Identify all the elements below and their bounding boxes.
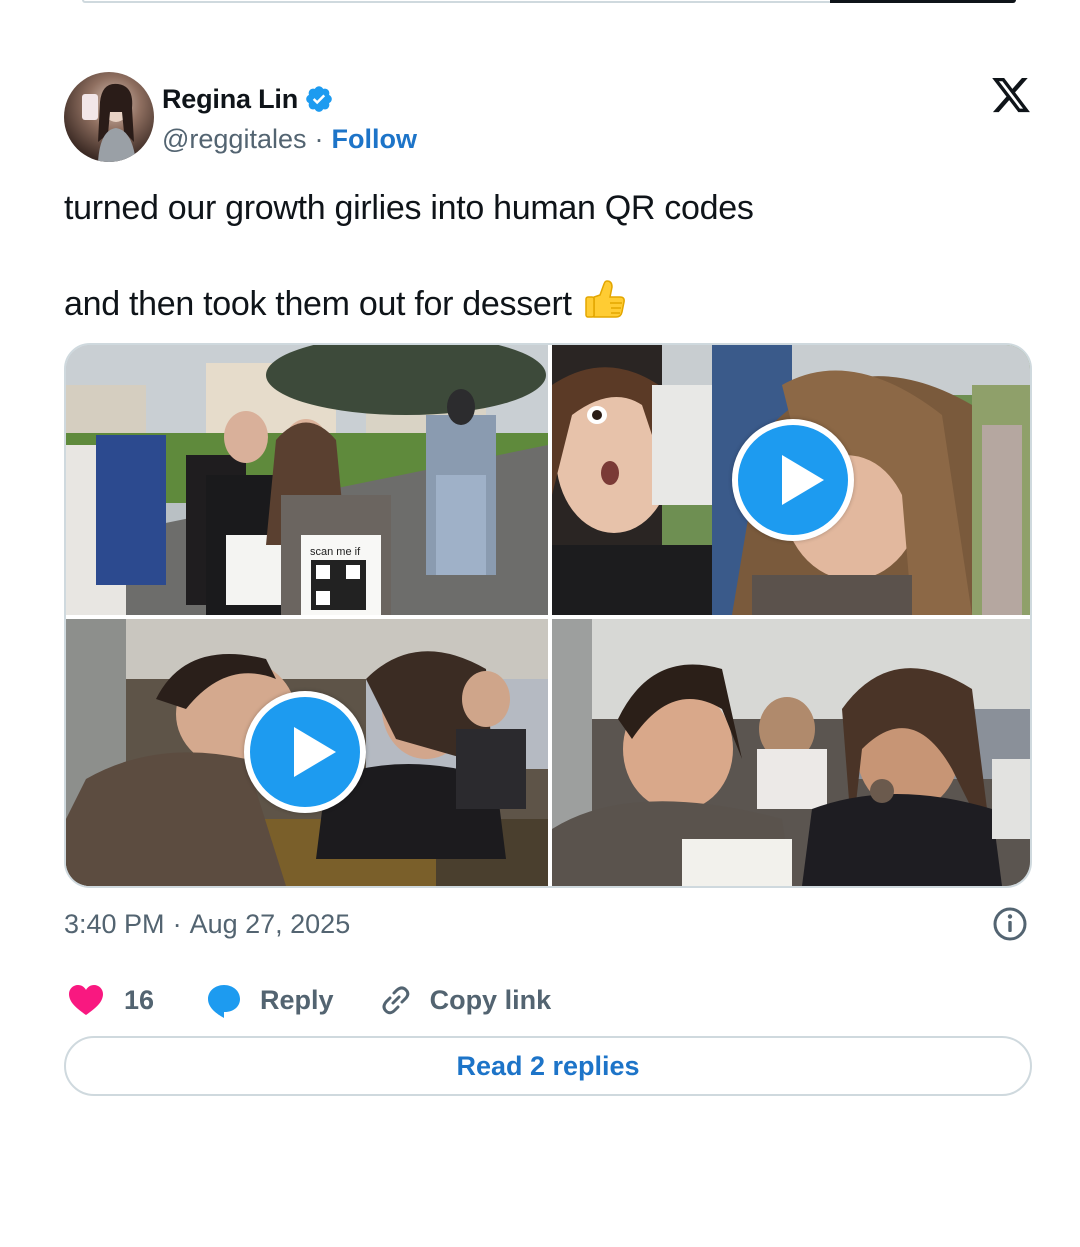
play-button[interactable]	[732, 419, 854, 541]
previous-embed-edge	[82, 0, 1016, 3]
follow-button[interactable]: Follow	[331, 124, 416, 155]
media-video-1[interactable]	[552, 345, 1030, 615]
avatar[interactable]	[64, 72, 154, 162]
verified-badge-icon	[306, 86, 332, 112]
like-count: 16	[124, 984, 155, 1015]
media-photo-2[interactable]	[552, 619, 1030, 886]
link-icon	[382, 986, 409, 1015]
media-video-2[interactable]	[66, 619, 548, 886]
read-replies-button[interactable]: Read 2 replies	[64, 1036, 1032, 1096]
tweet-date[interactable]: Aug 27, 2025	[190, 909, 351, 940]
play-button[interactable]	[244, 691, 366, 813]
author-name[interactable]: Regina Lin	[162, 84, 298, 115]
tweet-text: turned our growth girlies into human QR …	[64, 186, 1024, 327]
tweet-line-2: and then took them out for dessert	[64, 275, 1024, 327]
author-handle[interactable]: @reggitales	[162, 124, 306, 155]
copy-link-label: Copy link	[429, 984, 552, 1015]
tweet-header: Regina Lin @reggitales · Follow	[64, 72, 1032, 164]
x-logo-icon[interactable]	[990, 74, 1032, 116]
media-photo-1[interactable]: scan me if	[66, 345, 548, 615]
copy-link-button[interactable]: Copy link	[376, 980, 552, 1020]
reply-bubble-icon	[208, 985, 241, 1018]
info-icon[interactable]	[992, 906, 1028, 942]
tweet-timestamp[interactable]: 3:40 PM · Aug 27, 2025	[64, 906, 350, 942]
tweet-time[interactable]: 3:40 PM	[64, 909, 165, 940]
tweet-line-1: turned our growth girlies into human QR …	[64, 189, 754, 227]
like-button[interactable]: 16	[66, 980, 154, 1020]
heart-icon	[69, 985, 103, 1015]
thumbs-up-icon	[584, 280, 625, 318]
media-grid: scan me if	[64, 343, 1032, 888]
svg-text:scan me if: scan me if	[310, 546, 361, 558]
tweet-actions: 16 Reply Copy link	[66, 978, 551, 1022]
handle-separator: ·	[314, 123, 324, 154]
timestamp-separator: ·	[172, 908, 182, 939]
reply-button[interactable]: Reply	[204, 980, 334, 1020]
reply-label: Reply	[260, 984, 334, 1015]
